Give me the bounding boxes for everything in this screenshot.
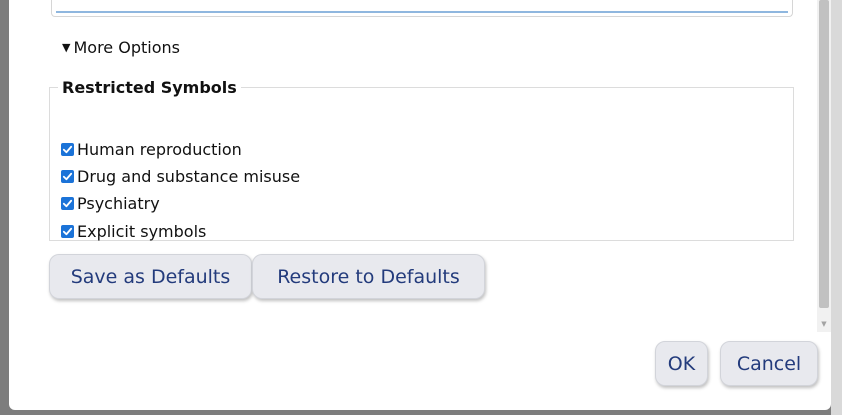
vertical-scrollbar[interactable]: ▼ — [817, 0, 831, 332]
text-field-partial[interactable] — [51, 0, 793, 17]
option-label: Explicit symbols — [77, 221, 207, 241]
checkbox-drug-substance-misuse[interactable] — [61, 169, 74, 183]
option-label: Human reproduction — [77, 139, 242, 159]
triangle-down-icon: ▼ — [62, 40, 71, 54]
more-options-label: More Options — [73, 37, 180, 57]
checkmark-icon — [62, 145, 73, 153]
cancel-button[interactable]: Cancel — [720, 341, 818, 386]
scrollbar-thumb[interactable] — [819, 0, 829, 308]
background-right — [831, 0, 842, 415]
option-drug-substance-misuse[interactable]: Drug and substance misuse — [61, 164, 300, 188]
option-label: Psychiatry — [77, 193, 160, 213]
options-dialog: ▼ More Options Restricted Symbols Human … — [9, 0, 831, 410]
option-psychiatry[interactable]: Psychiatry — [61, 191, 160, 215]
checkbox-human-reproduction[interactable] — [61, 142, 74, 156]
option-explicit-symbols[interactable]: Explicit symbols — [61, 219, 206, 243]
option-human-reproduction[interactable]: Human reproduction — [61, 137, 242, 161]
field-underline — [56, 11, 788, 13]
checkbox-explicit-symbols[interactable] — [61, 224, 74, 238]
scroll-down-arrow-icon[interactable]: ▼ — [817, 318, 831, 330]
restricted-symbols-legend: Restricted Symbols — [62, 78, 237, 97]
option-label: Drug and substance misuse — [77, 166, 301, 186]
restore-to-defaults-button[interactable]: Restore to Defaults — [252, 254, 485, 299]
checkmark-icon — [62, 227, 73, 235]
restricted-symbols-group: Restricted Symbols Human reproduction Dr… — [49, 78, 794, 241]
more-options-toggle[interactable]: ▼ More Options — [62, 35, 180, 59]
ok-button[interactable]: OK — [655, 341, 708, 386]
checkmark-icon — [62, 172, 73, 180]
checkbox-psychiatry[interactable] — [61, 196, 74, 210]
save-as-defaults-button[interactable]: Save as Defaults — [49, 254, 252, 299]
checkmark-icon — [62, 199, 73, 207]
